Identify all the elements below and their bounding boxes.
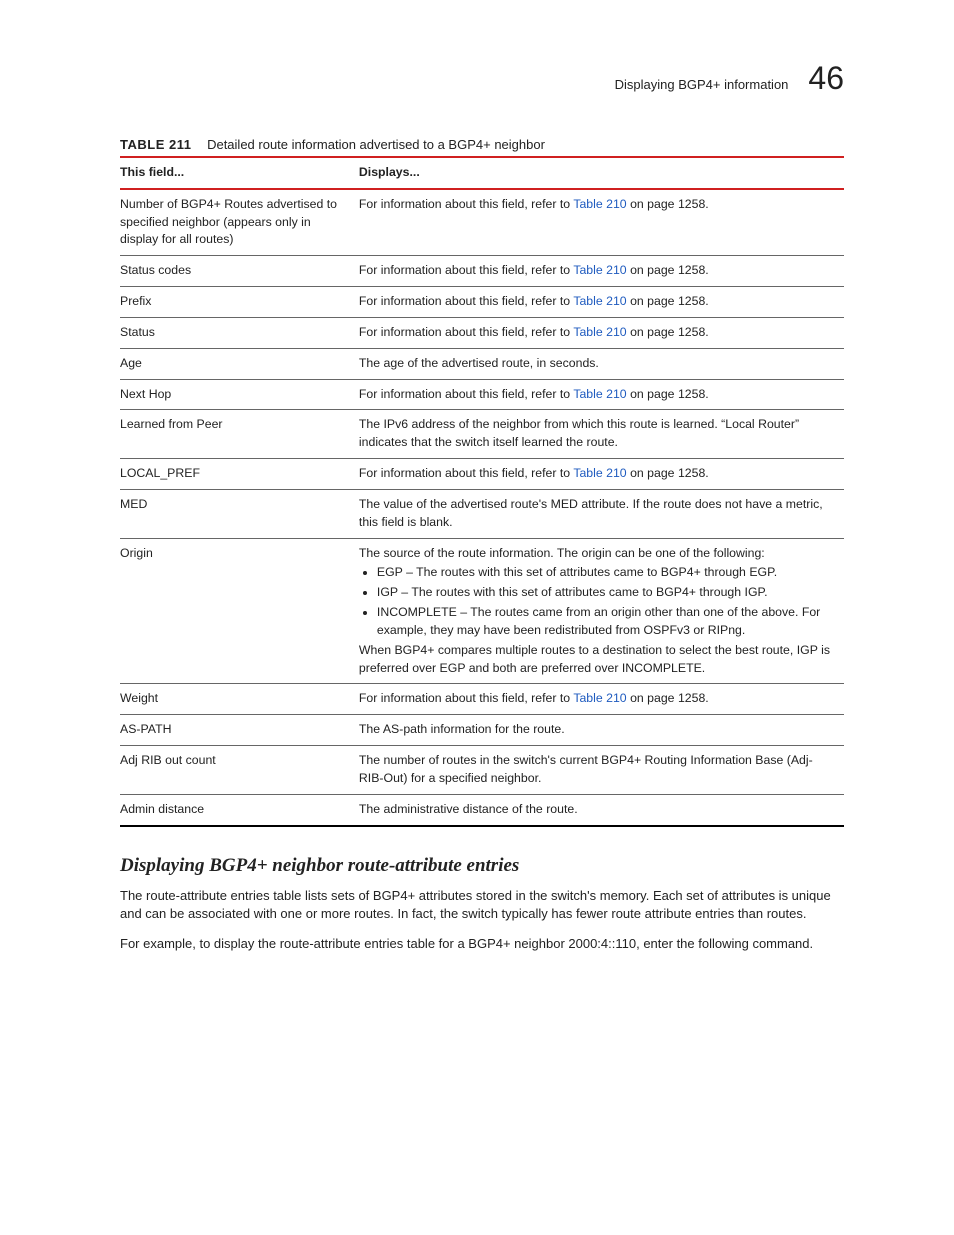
body-paragraph: The route-attribute entries table lists … (120, 887, 844, 923)
table-row: Number of BGP4+ Routes advertised to spe… (120, 189, 844, 256)
displays-cell: For information about this field, refer … (359, 317, 844, 348)
field-cell: Next Hop (120, 379, 359, 410)
field-cell: Admin distance (120, 794, 359, 825)
displays-cell: The value of the advertised route's MED … (359, 489, 844, 538)
field-cell: Prefix (120, 287, 359, 318)
displays-cell: The number of routes in the switch's cur… (359, 746, 844, 795)
displays-cell: The IPv6 address of the neighbor from wh… (359, 410, 844, 459)
origin-item: IGP – The routes with this set of attrib… (377, 584, 834, 602)
displays-cell: The age of the advertised route, in seco… (359, 348, 844, 379)
table-title: Detailed route information advertised to… (207, 137, 545, 152)
table-xref[interactable]: Table 210 (573, 263, 626, 277)
field-cell: Origin (120, 538, 359, 684)
table-xref[interactable]: Table 210 (573, 691, 626, 705)
table-row: Adj RIB out count The number of routes i… (120, 746, 844, 795)
table-label: TABLE 211 (120, 137, 203, 152)
origin-item: EGP – The routes with this set of attrib… (377, 564, 834, 582)
table-xref[interactable]: Table 210 (573, 387, 626, 401)
displays-cell: For information about this field, refer … (359, 459, 844, 490)
col-displays: Displays... (359, 157, 844, 189)
displays-cell: The AS-path information for the route. (359, 715, 844, 746)
field-cell: AS-PATH (120, 715, 359, 746)
displays-cell: For information about this field, refer … (359, 256, 844, 287)
route-info-table: This field... Displays... Number of BGP4… (120, 156, 844, 827)
table-header-row: This field... Displays... (120, 157, 844, 189)
table-row: Age The age of the advertised route, in … (120, 348, 844, 379)
table-xref[interactable]: Table 210 (573, 325, 626, 339)
field-cell: MED (120, 489, 359, 538)
chapter-number: 46 (808, 60, 844, 97)
table-row: Weight For information about this field,… (120, 684, 844, 715)
displays-cell: For information about this field, refer … (359, 287, 844, 318)
displays-cell: For information about this field, refer … (359, 684, 844, 715)
body-paragraph: For example, to display the route-attrib… (120, 935, 844, 953)
running-header: Displaying BGP4+ information (615, 77, 789, 92)
section-heading: Displaying BGP4+ neighbor route-attribut… (120, 855, 844, 877)
table-row: Prefix For information about this field,… (120, 287, 844, 318)
displays-cell: For information about this field, refer … (359, 189, 844, 256)
field-cell: Age (120, 348, 359, 379)
displays-cell: For information about this field, refer … (359, 379, 844, 410)
col-field: This field... (120, 157, 359, 189)
table-xref[interactable]: Table 210 (573, 294, 626, 308)
field-cell: LOCAL_PREF (120, 459, 359, 490)
table-row: Admin distance The administrative distan… (120, 794, 844, 825)
table-row: AS-PATH The AS-path information for the … (120, 715, 844, 746)
field-cell: Weight (120, 684, 359, 715)
field-cell: Status (120, 317, 359, 348)
origin-intro: The source of the route information. The… (359, 545, 834, 563)
origin-list: EGP – The routes with this set of attrib… (377, 564, 834, 639)
field-cell: Number of BGP4+ Routes advertised to spe… (120, 189, 359, 256)
table-row: LOCAL_PREF For information about this fi… (120, 459, 844, 490)
table-row: Next Hop For information about this fiel… (120, 379, 844, 410)
displays-cell: The source of the route information. The… (359, 538, 844, 684)
table-xref[interactable]: Table 210 (573, 466, 626, 480)
table-row: Status For information about this field,… (120, 317, 844, 348)
table-row: Learned from Peer The IPv6 address of th… (120, 410, 844, 459)
table-caption: TABLE 211 Detailed route information adv… (120, 137, 844, 152)
table-row: MED The value of the advertised route's … (120, 489, 844, 538)
field-cell: Status codes (120, 256, 359, 287)
displays-cell: The administrative distance of the route… (359, 794, 844, 825)
field-cell: Learned from Peer (120, 410, 359, 459)
table-row: Origin The source of the route informati… (120, 538, 844, 684)
origin-outro: When BGP4+ compares multiple routes to a… (359, 642, 834, 678)
page-header: Displaying BGP4+ information 46 (120, 60, 844, 97)
field-cell: Adj RIB out count (120, 746, 359, 795)
origin-item: INCOMPLETE – The routes came from an ori… (377, 604, 834, 640)
table-xref[interactable]: Table 210 (573, 197, 626, 211)
page: Displaying BGP4+ information 46 TABLE 21… (0, 0, 954, 1025)
table-row: Status codes For information about this … (120, 256, 844, 287)
